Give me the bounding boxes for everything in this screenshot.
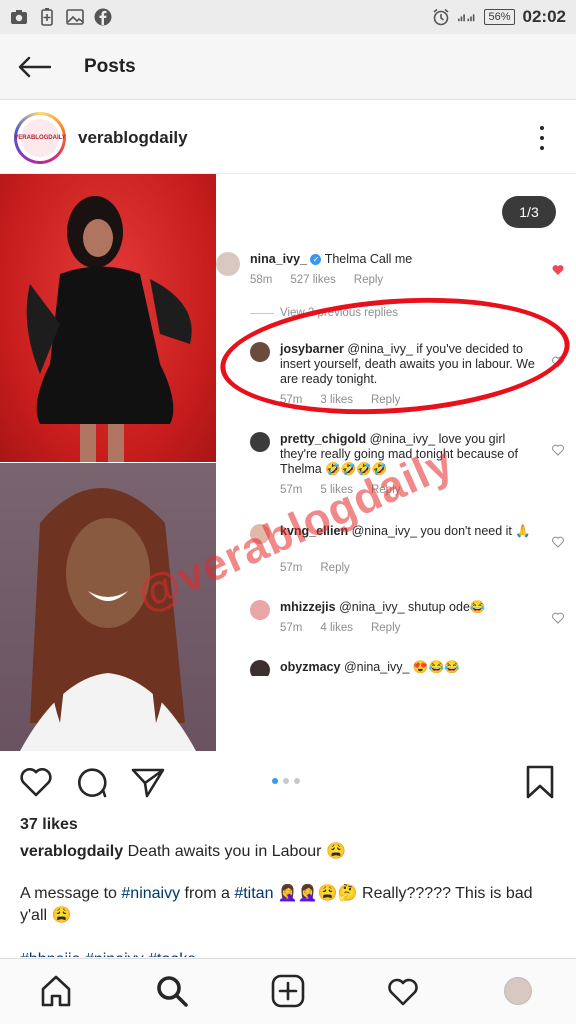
commenter-avatar — [216, 252, 240, 276]
hashtag-link[interactable]: #titan — [234, 885, 273, 902]
signal-icon — [458, 8, 476, 26]
add-post-icon — [271, 974, 305, 1008]
caption-body: A message to #ninaivy from a #titan 🤦‍♀️… — [20, 883, 560, 927]
comment-username: nina_ivy_ — [250, 252, 307, 266]
comment-time: 57m — [280, 622, 303, 634]
post-actions — [0, 760, 576, 804]
nav-home[interactable] — [38, 973, 74, 1009]
camera-icon — [10, 8, 28, 26]
comment-text: nina_ivy_ ✓ Thelma Call me — [250, 252, 540, 267]
commenter-avatar — [250, 432, 270, 452]
comment-meta: 57m Reply — [280, 562, 350, 574]
caption-text: Death awaits you in Labour 😩 — [127, 843, 346, 860]
comment-username: mhizzejis — [280, 600, 336, 614]
page-title: Posts — [84, 55, 136, 77]
comment-username: obyzmacy — [280, 660, 341, 674]
home-icon — [41, 975, 71, 1007]
avatar-logo: VERABLOGDAILY — [14, 118, 66, 157]
heart-filled-icon — [552, 265, 564, 275]
commenter-avatar — [250, 660, 270, 676]
alarm-icon — [432, 8, 450, 26]
status-bar: 56% 02:02 — [0, 0, 576, 34]
comment-text: mhizzejis @nina_ivy_ shutup ode😂 — [280, 600, 540, 615]
comment-reply: Reply — [353, 274, 384, 286]
more-options-button[interactable] — [530, 123, 554, 153]
clock: 02:02 — [522, 7, 566, 26]
bookmark-icon[interactable] — [522, 764, 558, 800]
nav-new-post[interactable] — [270, 973, 306, 1009]
post-username[interactable]: verablogdaily — [78, 128, 188, 148]
like-heart-icon[interactable] — [18, 764, 54, 800]
comment-bubble-icon[interactable] — [74, 764, 110, 800]
comment-likes: 527 likes — [290, 274, 336, 286]
comment-likes: 4 likes — [320, 622, 353, 634]
caption-segment: from a — [180, 885, 235, 902]
nav-search[interactable] — [154, 973, 190, 1009]
comment-body: @nina_ivy_ shutup ode😂 — [339, 600, 486, 614]
app-header: Posts — [0, 34, 576, 100]
post-media[interactable]: 1/3 nina_ivy_ ✓ Thelma Call me 58m 527 l… — [0, 174, 576, 751]
caption: verablogdaily Death awaits you in Labour… — [20, 841, 560, 863]
heart-outline-icon — [552, 612, 564, 624]
post-header: VERABLOGDAILY verablogdaily — [0, 102, 576, 174]
search-icon — [157, 976, 188, 1007]
comment-text: obyzmacy @nina_ivy_ 😍😂😂 — [280, 660, 540, 675]
caption-hashtags[interactable]: #bbnaija #ninaivy #tooke — [20, 949, 560, 957]
slide-counter: 1/3 — [502, 196, 556, 228]
caption-segment: A message to — [20, 885, 122, 902]
bottom-nav — [0, 958, 576, 1024]
comment-meta: 58m 527 likes Reply — [250, 274, 383, 286]
hashtag-link[interactable]: #ninaivy — [121, 885, 180, 902]
nav-profile[interactable] — [500, 973, 536, 1009]
comment-meta: 57m 4 likes Reply — [280, 622, 400, 634]
comment-reply: Reply — [370, 622, 401, 634]
profile-avatar — [504, 977, 532, 1005]
likes-count[interactable]: 37 likes — [20, 816, 78, 834]
photo-woman-smiling — [0, 463, 216, 751]
caption-username[interactable]: verablogdaily — [20, 843, 123, 860]
commenter-avatar — [250, 600, 270, 620]
heart-icon — [388, 978, 418, 1006]
carousel-dots — [272, 778, 300, 784]
comment-body: Thelma Call me — [324, 252, 413, 266]
avatar[interactable]: VERABLOGDAILY — [14, 111, 66, 164]
back-arrow-icon — [18, 56, 51, 77]
comment-row: obyzmacy @nina_ivy_ 😍😂😂 — [216, 660, 576, 676]
comment-body: @nina_ivy_ you don't need it 🙏 — [351, 524, 531, 538]
gallery-icon — [66, 8, 84, 26]
share-send-icon[interactable] — [130, 764, 166, 800]
verified-icon: ✓ — [310, 254, 322, 265]
back-button[interactable] — [14, 47, 54, 87]
battery-saver-icon — [38, 8, 56, 26]
facebook-icon — [94, 8, 112, 26]
comment-time: 57m — [280, 562, 303, 574]
comment-time: 57m — [280, 484, 303, 496]
heart-outline-icon — [552, 444, 564, 456]
comment-reply: Reply — [320, 562, 350, 574]
comment-time: 58m — [250, 274, 273, 286]
photo-woman-black-dress — [0, 174, 216, 462]
battery-indicator: 56% — [484, 9, 515, 25]
comment-body: @nina_ivy_ 😍😂😂 — [343, 660, 460, 674]
comment-username: pretty_chigold — [280, 432, 367, 446]
heart-outline-icon — [552, 536, 564, 548]
nav-activity[interactable] — [385, 973, 421, 1009]
